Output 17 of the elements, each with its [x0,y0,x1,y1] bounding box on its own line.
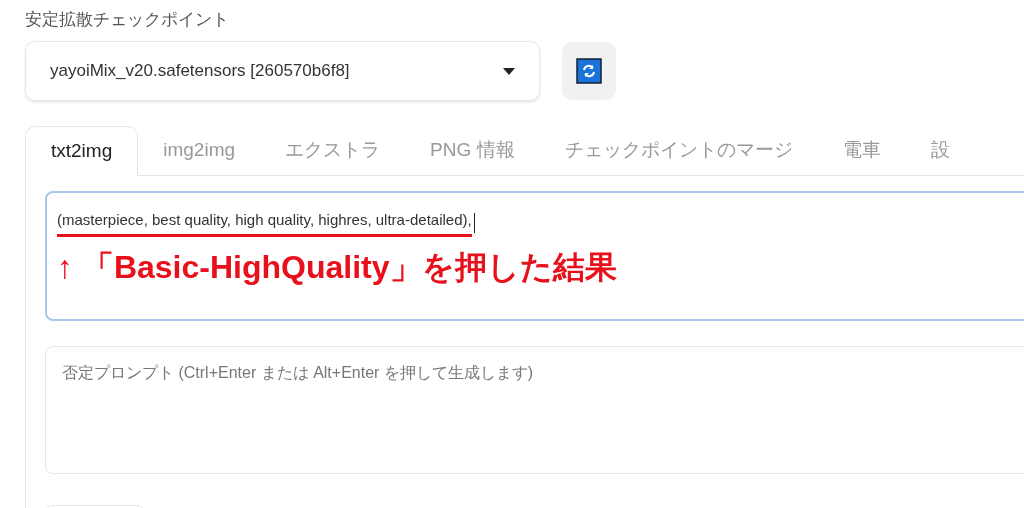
tab[interactable]: img2img [138,125,261,175]
prompt-text: (masterpiece, best quality, high quality, highres, ultra-detailed), [57,209,472,237]
text-cursor [473,212,475,233]
prompt-field[interactable]: (masterpiece, best quality, high quality, highres, ultra-detailed), ↑ 「Basic-HighQuality」を押した結果 [45,191,1024,321]
field-label: 安定拡散チェックポイント [25,9,230,31]
tab[interactable]: 設 [905,125,975,175]
tab[interactable]: txt2img [25,126,139,176]
tab[interactable]: エクストラ [260,125,406,175]
annotation-text: ↑ 「Basic-HighQuality」を押した結果 [57,247,618,287]
tab[interactable]: チェックポイントのマージ [539,125,818,175]
refresh-icon [576,58,602,84]
tab[interactable]: 電車 [817,125,906,175]
tab[interactable]: PNG 情報 [405,125,540,175]
checkpoint-dropdown[interactable]: yayoiMix_v20.safetensors [260570b6f8] [25,41,540,101]
caret-icon [503,67,515,75]
refresh-button[interactable] [562,42,616,100]
negative-prompt-field[interactable]: 否定プロンプト (Ctrl+Enter または Alt+Enter を押して生成します) [45,346,1024,474]
